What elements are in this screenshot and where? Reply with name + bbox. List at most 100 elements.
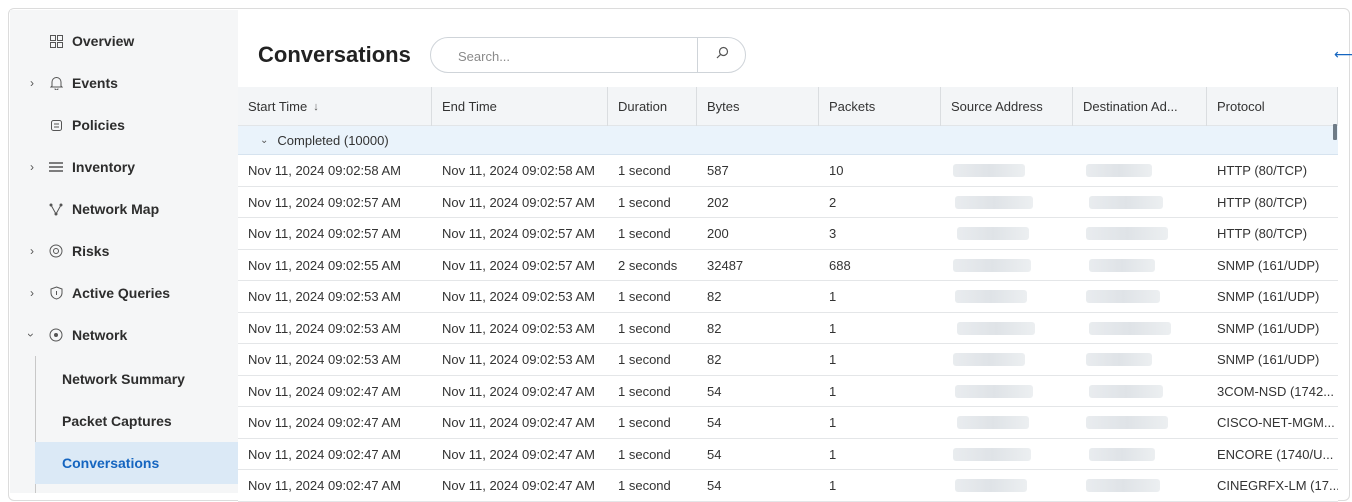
table-row[interactable]: Nov 11, 2024 09:02:47 AM Nov 11, 2024 09:… xyxy=(238,438,1338,470)
sidebar-item-risks[interactable]: › Risks xyxy=(10,230,238,272)
table-cell: HTTP (80/TCP) xyxy=(1217,163,1308,178)
table-cell: Nov 11, 2024 09:02:55 AM xyxy=(248,257,401,273)
table-cell: 1 xyxy=(829,415,837,430)
table-cell: Nov 11, 2024 09:02:53 AM xyxy=(248,289,401,304)
table-row[interactable]: Nov 11, 2024 09:02:53 AM Nov 11, 2024 09:… xyxy=(238,312,1338,344)
table-cell: 1 xyxy=(829,446,837,462)
column-header-bytes[interactable]: Bytes xyxy=(697,87,819,126)
redacted-destination-address xyxy=(1086,353,1152,366)
table-cell: 1 xyxy=(829,383,837,399)
redacted-destination-address xyxy=(1089,321,1171,335)
sidebar-item-label: Inventory xyxy=(72,159,136,175)
sidebar-item-network-map[interactable]: Network Map xyxy=(10,188,238,230)
table-cell: 82 xyxy=(707,320,722,336)
table-cell: Nov 11, 2024 09:02:47 AM xyxy=(442,383,595,399)
table-cell: 688 xyxy=(829,257,851,273)
table-cell: Nov 11, 2024 09:02:47 AM xyxy=(248,383,401,399)
chevron-right-icon[interactable]: › xyxy=(30,160,34,174)
sidebar-item-events[interactable]: › Events xyxy=(10,62,238,104)
table-row[interactable]: Nov 11, 2024 09:02:53 AM Nov 11, 2024 09:… xyxy=(238,344,1338,376)
sidebar-item-network[interactable]: › Network xyxy=(10,314,238,356)
search-icon xyxy=(716,46,729,64)
scrollbar[interactable] xyxy=(1333,124,1337,140)
sidebar-item-label: Network Map xyxy=(72,201,160,217)
collapse-panel-icon[interactable]: ⟻ xyxy=(1334,46,1352,63)
sidebar-item-label: Overview xyxy=(72,33,135,49)
table-cell: 2 seconds xyxy=(618,257,678,273)
redacted-destination-address xyxy=(1086,164,1152,177)
column-header-destination-address[interactable]: Destination Ad... xyxy=(1073,87,1207,126)
sidebar-subitem-packet-captures[interactable]: Packet Captures xyxy=(35,400,238,442)
search-box xyxy=(430,37,746,73)
chevron-right-icon[interactable]: › xyxy=(30,76,34,90)
column-header-duration[interactable]: Duration xyxy=(608,87,697,126)
table-cell: SNMP (161/UDP) xyxy=(1217,257,1320,273)
sidebar-subitem-conversations[interactable]: Conversations xyxy=(35,442,238,484)
network-map-icon xyxy=(48,201,64,217)
group-label: Completed (10000) xyxy=(277,132,389,148)
search-input[interactable] xyxy=(458,46,688,66)
table-cell: 10 xyxy=(829,163,844,178)
table-cell: HTTP (80/TCP) xyxy=(1217,226,1308,241)
table-cell: Nov 11, 2024 09:02:47 AM xyxy=(442,415,595,430)
column-header-packets[interactable]: Packets xyxy=(819,87,941,126)
table-cell: 54 xyxy=(707,478,722,493)
column-header-start-time[interactable]: Start Time ↓ xyxy=(238,87,432,126)
table-cell: 1 second xyxy=(618,478,671,493)
table-cell: 200 xyxy=(707,226,729,241)
redacted-source-address xyxy=(955,479,1027,492)
table-cell: Nov 11, 2024 09:02:57 AM xyxy=(442,226,595,241)
table-cell: 1 second xyxy=(618,446,671,462)
redacted-source-address xyxy=(957,227,1029,240)
table-cell: Nov 11, 2024 09:02:47 AM xyxy=(248,478,401,493)
chevron-down-icon[interactable]: › xyxy=(24,333,38,337)
page-title: Conversations xyxy=(258,42,411,67)
table-cell: 1 second xyxy=(618,415,671,430)
redacted-destination-address xyxy=(1086,416,1168,429)
redacted-source-address xyxy=(953,258,1031,272)
table-cell: 54 xyxy=(707,446,722,462)
table-cell: Nov 11, 2024 09:02:53 AM xyxy=(442,320,595,336)
table-cell: Nov 11, 2024 09:02:53 AM xyxy=(442,352,595,367)
redacted-source-address xyxy=(957,321,1035,335)
sidebar-item-overview[interactable]: Overview xyxy=(10,20,238,62)
table-cell: 54 xyxy=(707,383,722,399)
table-row[interactable]: Nov 11, 2024 09:02:57 AM Nov 11, 2024 09:… xyxy=(238,218,1338,250)
table-row[interactable]: Nov 11, 2024 09:02:47 AM Nov 11, 2024 09:… xyxy=(238,375,1338,407)
column-header-source-address[interactable]: Source Address xyxy=(941,87,1073,126)
network-icon xyxy=(48,327,64,343)
list-icon xyxy=(48,159,64,175)
redacted-source-address xyxy=(953,164,1025,177)
sidebar-item-active-queries[interactable]: › Active Queries xyxy=(10,272,238,314)
table-row[interactable]: Nov 11, 2024 09:02:55 AM Nov 11, 2024 09:… xyxy=(238,249,1338,281)
table-row[interactable]: Nov 11, 2024 09:02:47 AM Nov 11, 2024 09:… xyxy=(238,470,1338,502)
sidebar-subitem-network-summary[interactable]: Network Summary xyxy=(35,358,238,400)
sidebar-item-label: Risks xyxy=(72,243,110,259)
redacted-source-address xyxy=(953,447,1031,461)
search-button[interactable] xyxy=(698,38,746,72)
sidebar-item-policies[interactable]: Policies xyxy=(10,104,238,146)
table-cell: Nov 11, 2024 09:02:57 AM xyxy=(248,194,401,210)
shield-icon xyxy=(48,285,64,301)
table-header: Start Time ↓ End Time Duration Bytes Pack… xyxy=(238,87,1338,126)
sidebar-item-inventory[interactable]: › Inventory xyxy=(10,146,238,188)
table-row[interactable]: Nov 11, 2024 09:02:58 AM Nov 11, 2024 09:… xyxy=(238,155,1338,187)
redacted-destination-address xyxy=(1086,479,1160,492)
chevron-right-icon[interactable]: › xyxy=(30,286,34,300)
table-cell: Nov 11, 2024 09:02:47 AM xyxy=(442,446,595,462)
table-row[interactable]: Nov 11, 2024 09:02:47 AM Nov 11, 2024 09:… xyxy=(238,407,1338,439)
chevron-right-icon[interactable]: › xyxy=(30,244,34,258)
redacted-destination-address xyxy=(1089,195,1163,209)
redacted-source-address xyxy=(955,290,1027,303)
column-header-protocol[interactable]: Protocol xyxy=(1207,87,1338,126)
table-row[interactable]: Nov 11, 2024 09:02:53 AM Nov 11, 2024 09:… xyxy=(238,281,1338,313)
column-header-end-time[interactable]: End Time xyxy=(432,87,608,126)
table-cell: Nov 11, 2024 09:02:58 AM xyxy=(442,163,595,178)
redacted-destination-address xyxy=(1089,447,1155,461)
table-cell: 3COM-NSD (1742... xyxy=(1217,383,1335,399)
table-row[interactable]: Nov 11, 2024 09:02:57 AM Nov 11, 2024 09:… xyxy=(238,186,1338,218)
table-cell: ENCORE (1740/U... xyxy=(1217,446,1334,462)
table-cell: Nov 11, 2024 09:02:47 AM xyxy=(442,478,595,493)
table-cell: Nov 11, 2024 09:02:53 AM xyxy=(248,352,401,367)
group-row-completed[interactable]: ⌄ Completed (10000) xyxy=(238,126,1338,155)
